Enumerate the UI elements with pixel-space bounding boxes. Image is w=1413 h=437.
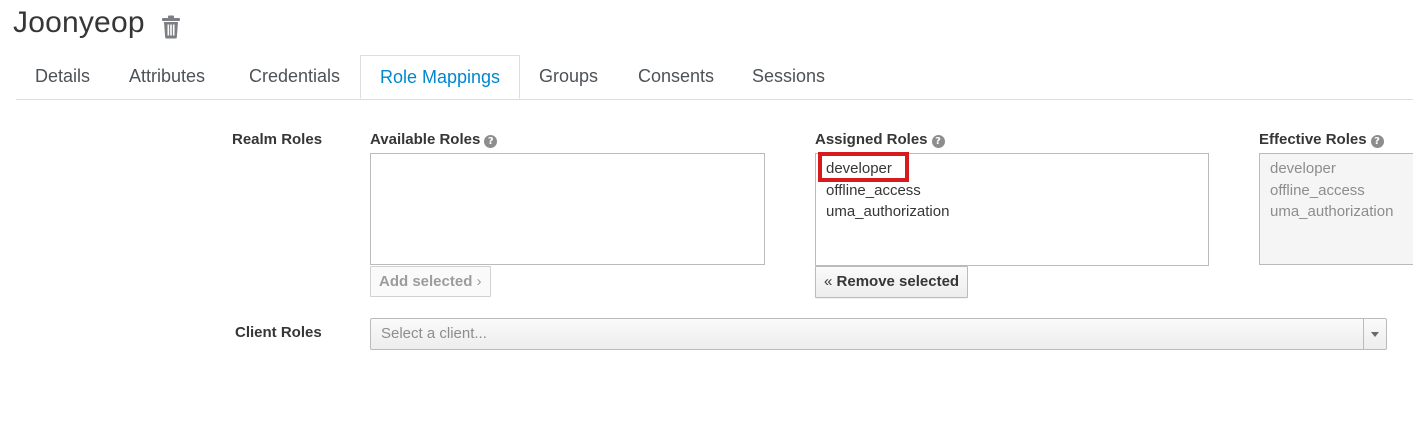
effective-role-option: offline_access: [1270, 181, 1365, 199]
assigned-role-option[interactable]: offline_access: [816, 180, 1208, 202]
available-roles-list[interactable]: [370, 153, 765, 265]
assigned-role-option[interactable]: uma_authorization: [816, 201, 1208, 223]
user-role-mappings-page: Joonyeop Details Attributes Credentials …: [0, 0, 1413, 437]
question-circle-icon[interactable]: ?: [931, 135, 945, 148]
chevron-down-icon[interactable]: [1363, 319, 1386, 349]
double-chevron-left-icon: «: [824, 273, 833, 290]
effective-roles-list: developer offline_access uma_authorizati…: [1259, 153, 1413, 265]
tab-credentials[interactable]: Credentials: [249, 55, 340, 98]
remove-selected-button[interactable]: « Remove selected: [815, 266, 969, 298]
assigned-roles-label: Assigned Roles: [815, 131, 928, 148]
remove-selected-label: Remove selected: [836, 273, 960, 290]
trash-icon[interactable]: [160, 15, 182, 39]
tab-groups[interactable]: Groups: [539, 55, 598, 98]
tab-consents[interactable]: Consents: [638, 55, 714, 98]
effective-roles-heading: Effective Roles?: [1259, 131, 1384, 148]
client-select-placeholder: Select a client...: [381, 325, 487, 342]
assigned-roles-list[interactable]: developer offline_access uma_authorizati…: [815, 153, 1209, 266]
effective-role-option: developer: [1270, 160, 1336, 177]
realm-roles-label: Realm Roles: [232, 131, 323, 148]
tab-details[interactable]: Details: [35, 55, 90, 98]
question-circle-icon[interactable]: ?: [484, 135, 498, 148]
page-title: Joonyeop: [13, 6, 145, 39]
tab-role-mappings[interactable]: Role Mappings: [360, 55, 520, 99]
available-roles-heading: Available Roles?: [370, 131, 498, 148]
add-selected-label: Add selected: [379, 273, 473, 290]
effective-role-option: uma_authorization: [1270, 203, 1394, 220]
assigned-role-option[interactable]: developer: [816, 158, 1208, 180]
add-selected-button[interactable]: Add selected ›: [370, 266, 491, 297]
question-circle-icon[interactable]: ?: [1370, 135, 1384, 148]
effective-roles-label: Effective Roles: [1259, 131, 1367, 148]
tab-attributes[interactable]: Attributes: [129, 55, 205, 98]
assigned-roles-heading: Assigned Roles?: [815, 131, 945, 148]
available-roles-label: Available Roles: [370, 131, 481, 148]
chevron-right-icon: ›: [476, 273, 482, 290]
client-roles-label: Client Roles: [235, 324, 322, 341]
tab-bar: Details Attributes Credentials Role Mapp…: [16, 55, 1413, 100]
client-select[interactable]: Select a client...: [370, 318, 1387, 350]
tab-sessions[interactable]: Sessions: [752, 55, 825, 98]
